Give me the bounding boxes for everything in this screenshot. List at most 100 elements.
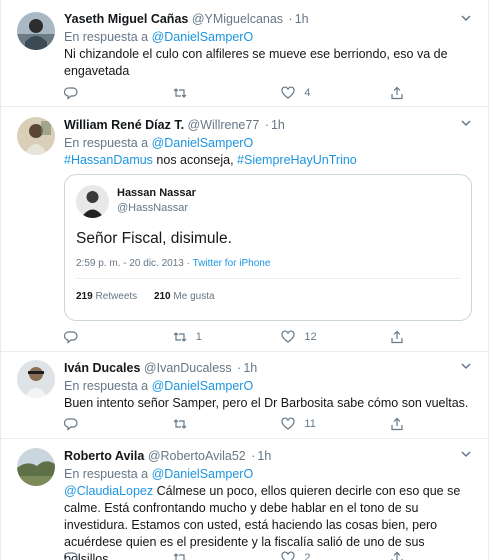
reply-prefix: En respuesta a: [64, 136, 149, 150]
reply-context: En respuesta a @DanielSamperO: [64, 378, 474, 395]
retweet-icon: [173, 553, 186, 560]
tweet-text-segment: nos aconseja,: [152, 153, 238, 167]
share-button[interactable]: [390, 328, 409, 346]
share-button[interactable]: [390, 415, 409, 433]
like-button[interactable]: 11: [281, 415, 390, 433]
reply-context: En respuesta a @DanielSamperO: [64, 466, 474, 483]
hashtag-link[interactable]: #HassanDamus: [64, 153, 153, 167]
reply-icon: [64, 418, 78, 431]
avatar[interactable]: [17, 360, 55, 398]
retweet-button[interactable]: [173, 415, 282, 433]
reply-prefix: En respuesta a: [64, 379, 149, 393]
reply-prefix: En respuesta a: [64, 30, 149, 44]
share-icon: [391, 551, 403, 560]
tweet-text: Ni chizandole el culo con alfileres se m…: [64, 47, 448, 78]
quoted-retweets-label: Retweets: [95, 291, 138, 302]
like-count: 2: [304, 552, 311, 560]
author-handle[interactable]: @YMiguelcanas: [192, 12, 283, 26]
divider: [76, 278, 460, 279]
retweet-button[interactable]: [173, 84, 282, 102]
tweet-actions: 11: [64, 415, 409, 433]
share-button[interactable]: [390, 549, 409, 560]
tweet[interactable]: Iván Ducales @IvanDucaless · 1h En respue…: [1, 352, 488, 439]
quoted-likes-label: Me gusta: [173, 291, 215, 302]
reply-button[interactable]: [64, 84, 173, 102]
quoted-author-name[interactable]: Hassan Nassar: [117, 187, 196, 199]
heart-icon: [281, 330, 296, 343]
share-icon: [391, 86, 403, 100]
reply-mention-link[interactable]: @DanielSamperO: [152, 30, 254, 44]
retweet-icon: [173, 88, 187, 98]
retweet-count: 1: [195, 331, 202, 343]
quoted-timestamp: 2:59 p. m. - 20 dic. 2013 ·: [76, 258, 193, 269]
quoted-avatar[interactable]: [76, 185, 109, 218]
avatar[interactable]: [17, 448, 55, 486]
share-icon: [391, 330, 403, 344]
author-name[interactable]: Yaseth Miguel Cañas: [64, 12, 188, 26]
tweet-header: William René Díaz T. @Willrene77 · 1h: [64, 117, 474, 134]
reply-mention-link[interactable]: @DanielSamperO: [152, 467, 254, 481]
like-button[interactable]: 12: [281, 328, 390, 346]
tweet-text: Buen intento señor Samper, pero el Dr Ba…: [64, 396, 469, 410]
retweet-button[interactable]: 1: [173, 328, 282, 346]
separator: ·: [288, 12, 293, 26]
tweet-header: Iván Ducales @IvanDucaless · 1h: [64, 360, 474, 377]
author-name[interactable]: William René Díaz T.: [64, 118, 184, 132]
timestamp[interactable]: 1h: [257, 449, 271, 463]
chevron-down-icon[interactable]: [460, 117, 472, 129]
timeline: Yaseth Miguel Cañas @YMiguelcanas · 1h En…: [0, 0, 489, 560]
quoted-tweet-card[interactable]: Hassan Nassar @HassNassar Señor Fiscal, …: [64, 174, 472, 321]
chevron-down-icon[interactable]: [460, 448, 472, 460]
retweet-button[interactable]: [173, 549, 282, 560]
quoted-retweets-count: 219: [76, 291, 93, 302]
tweet[interactable]: Yaseth Miguel Cañas @YMiguelcanas · 1h En…: [1, 0, 488, 107]
share-icon: [391, 417, 403, 431]
heart-icon: [281, 551, 296, 560]
tweet-actions: 2: [64, 549, 409, 560]
like-button[interactable]: 4: [281, 84, 390, 102]
like-count: 11: [304, 418, 316, 430]
timestamp[interactable]: 1h: [295, 12, 309, 26]
heart-icon: [281, 417, 296, 430]
quoted-tweet-text: Señor Fiscal, disimule.: [76, 230, 232, 247]
tweet-actions: 1 12: [64, 328, 409, 346]
chevron-down-icon[interactable]: [460, 360, 472, 372]
tweet-header: Yaseth Miguel Cañas @YMiguelcanas · 1h: [64, 11, 474, 28]
reply-icon: [64, 87, 78, 100]
quoted-likes-count: 210: [153, 291, 171, 302]
author-name[interactable]: Iván Ducales: [64, 361, 140, 375]
like-button[interactable]: 2: [281, 549, 390, 560]
hashtag-link[interactable]: #SiempreHayUnTrino: [237, 153, 357, 167]
author-handle[interactable]: @IvanDucaless: [144, 361, 232, 375]
reply-icon: [64, 552, 78, 560]
like-count: 12: [304, 331, 317, 343]
reply-prefix: En respuesta a: [64, 467, 149, 481]
chevron-down-icon[interactable]: [460, 12, 472, 24]
reply-button[interactable]: [64, 328, 173, 346]
separator: ·: [264, 118, 269, 132]
reply-mention-link[interactable]: @DanielSamperO: [152, 379, 254, 393]
quoted-author-handle[interactable]: @HassNassar: [117, 202, 188, 214]
avatar[interactable]: [17, 117, 55, 155]
tweet-header: Roberto Avila @RobertoAvila52 · 1h: [64, 448, 474, 465]
timestamp[interactable]: 1h: [243, 361, 257, 375]
reply-mention-link[interactable]: @DanielSamperO: [152, 136, 254, 150]
tweet-text: #HassanDamus nos aconseja, #SiempreHayUn…: [64, 152, 474, 169]
like-count: 4: [304, 87, 311, 99]
author-handle[interactable]: @RobertoAvila52: [148, 449, 246, 463]
tweet[interactable]: William René Díaz T. @Willrene77 · 1h En …: [1, 107, 488, 352]
mention-link[interactable]: @ClaudiaLopez: [64, 484, 153, 498]
avatar[interactable]: [17, 12, 55, 50]
author-name[interactable]: Roberto Avila: [64, 449, 144, 463]
reply-button[interactable]: [64, 415, 173, 433]
reply-button[interactable]: [64, 549, 173, 560]
author-handle[interactable]: @Willrene77: [188, 118, 260, 132]
heart-icon: [281, 86, 296, 99]
quoted-meta: 2:59 p. m. - 20 dic. 2013 · Twitter for …: [76, 258, 270, 269]
share-button[interactable]: [390, 84, 409, 102]
reply-icon: [64, 331, 78, 344]
quoted-source-link[interactable]: Twitter for iPhone: [193, 258, 271, 269]
timestamp[interactable]: 1h: [271, 118, 285, 132]
tweet[interactable]: Roberto Avila @RobertoAvila52 · 1h En res…: [1, 439, 488, 560]
retweet-icon: [173, 419, 187, 429]
